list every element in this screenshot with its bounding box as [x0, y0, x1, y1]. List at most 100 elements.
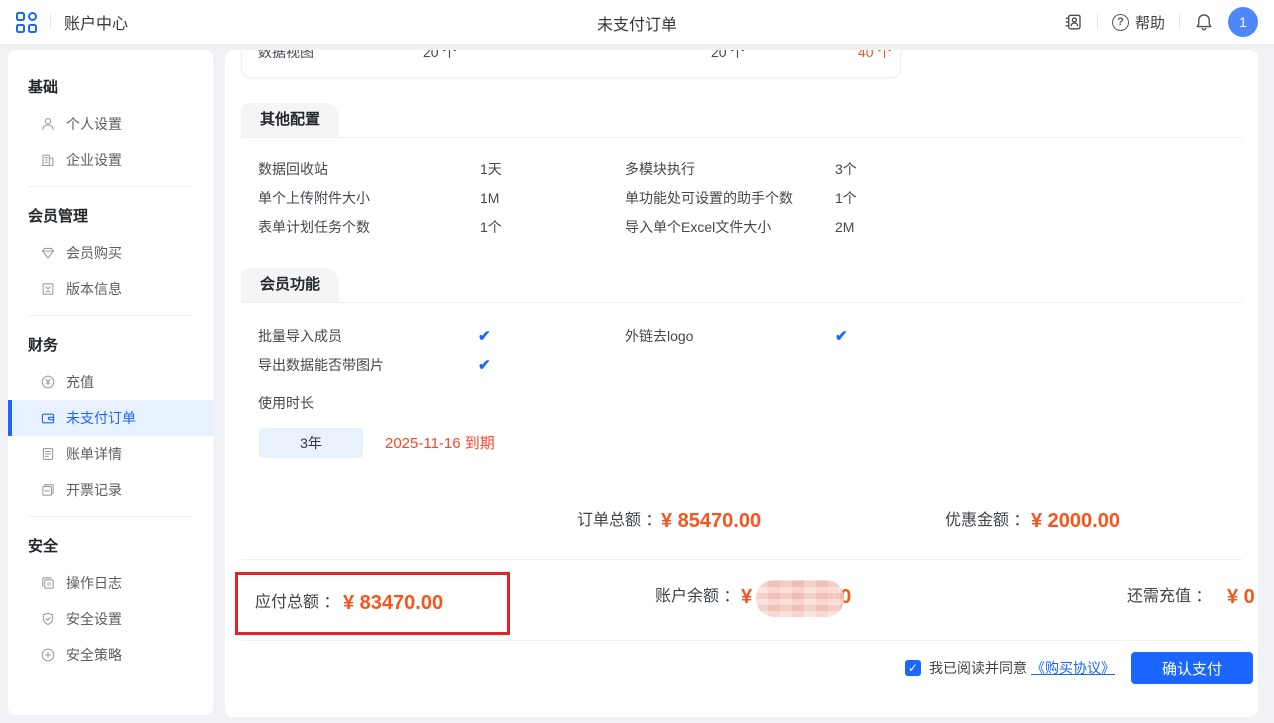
avatar[interactable]: 1: [1228, 7, 1258, 37]
sidebar-item-member-purchase[interactable]: 会员购买: [8, 235, 213, 271]
order-total-label: 订单总额 ：: [577, 513, 661, 529]
section-tab-other-config: 其他配置: [241, 103, 339, 137]
config-label: 导入单个Excel文件大小: [625, 220, 771, 234]
order-detail-panel: 数据视图 20 个 20 个 40 个 其他配置 数据回收站 1天 多模块执行 …: [225, 50, 1258, 717]
sidebar-item-label: 个人设置: [66, 114, 122, 134]
sidebar-group-membership: 会员管理: [8, 199, 213, 235]
payable-value: ¥ 83470.00: [343, 593, 443, 613]
section-tab-member-features: 会员功能: [241, 268, 339, 302]
sidebar-divider: [28, 315, 193, 316]
sidebar-divider: [28, 516, 193, 517]
payable-label: 应付总额 ：: [255, 595, 339, 611]
bill-icon: [40, 446, 56, 462]
sidebar-item-enterprise-settings[interactable]: 企业设置: [8, 142, 213, 178]
sidebar-item-version-info[interactable]: 版本信息: [8, 271, 213, 307]
help-label: 帮助: [1135, 12, 1165, 33]
header-right: ? 帮助 1: [1063, 7, 1258, 37]
user-icon: [40, 116, 56, 132]
discount-label: 优惠金额 ：: [945, 513, 1029, 529]
sidebar-item-label: 开票记录: [66, 480, 122, 500]
header-divider: [1179, 14, 1180, 30]
header-left: 账户中心: [16, 10, 128, 34]
config-value: 1个: [480, 220, 502, 234]
check-icon: ✔: [835, 329, 848, 344]
version-icon: [40, 281, 56, 297]
diamond-icon: [40, 245, 56, 261]
config-value: 1天: [480, 162, 502, 176]
config-value: 3个: [835, 162, 857, 176]
config-label: 单个上传附件大小: [258, 191, 370, 205]
recharge-needed-value: ¥ 0: [1227, 587, 1255, 607]
apps-grid-icon[interactable]: [16, 12, 37, 33]
header-divider: [50, 14, 51, 30]
agreement-text: 我已阅读并同意: [929, 661, 1027, 675]
recharge-icon: [40, 374, 56, 390]
sidebar-item-label: 未支付订单: [66, 408, 136, 428]
sidebar-item-invoice-records[interactable]: 开票记录: [8, 472, 213, 508]
config-label: 表单计划任务个数: [258, 220, 370, 234]
config-value: 1个: [835, 191, 857, 205]
sidebar-group-basic: 基础: [8, 70, 213, 106]
building-icon: [40, 152, 56, 168]
check-icon: ✔: [478, 358, 491, 373]
check-icon: ✔: [478, 329, 491, 344]
sidebar-item-label: 版本信息: [66, 279, 122, 299]
sidebar-item-security-settings[interactable]: 安全设置: [8, 601, 213, 637]
sidebar-item-label: 充值: [66, 372, 94, 392]
row-value: 20 个: [711, 50, 744, 59]
sidebar-item-bill-details[interactable]: 账单详情: [8, 436, 213, 472]
sidebar-item-label: 会员购买: [66, 243, 122, 263]
duration-option-button[interactable]: 3年: [259, 428, 363, 458]
wallet-icon: [40, 410, 56, 426]
log-icon: [40, 575, 56, 591]
sidebar-item-label: 企业设置: [66, 150, 122, 170]
sidebar-group-finance: 财务: [8, 328, 213, 364]
question-icon: ?: [1112, 14, 1129, 31]
discount-value: ¥ 2000.00: [1031, 511, 1120, 531]
sidebar-item-label: 安全策略: [66, 645, 122, 665]
shield-plus-icon: [40, 647, 56, 663]
top-header: 账户中心 未支付订单 ? 帮助 1: [0, 0, 1274, 45]
invoice-icon: [40, 482, 56, 498]
row-label: 数据视图: [258, 50, 314, 59]
header-divider: [1097, 14, 1098, 30]
table-row: 数据视图 20 个 20 个 40 个: [242, 50, 900, 59]
recharge-needed-label: 还需充值 ：: [1127, 589, 1211, 605]
scrolled-config-card: 数据视图 20 个 20 个 40 个: [241, 50, 901, 78]
feature-label: 导出数据能否带图片: [258, 358, 384, 372]
config-value: 2M: [835, 220, 854, 234]
sidebar-item-personal-settings[interactable]: 个人设置: [8, 106, 213, 142]
shield-check-icon: [40, 611, 56, 627]
bell-icon[interactable]: [1194, 12, 1214, 32]
config-label: 数据回收站: [258, 162, 328, 176]
sidebar: 基础 个人设置 企业设置 会员管理 会员购买 版本信息 财务 充值 未支付订单 …: [8, 50, 213, 715]
section-divider: [241, 302, 1242, 303]
agreement-checkbox[interactable]: ✓: [905, 660, 921, 676]
sidebar-item-recharge[interactable]: 充值: [8, 364, 213, 400]
sidebar-divider: [28, 186, 193, 187]
purchase-agreement-link[interactable]: 《购买协议》: [1031, 661, 1115, 675]
contact-book-icon[interactable]: [1063, 12, 1083, 32]
sidebar-group-security: 安全: [8, 529, 213, 565]
order-total-value: ¥ 85470.00: [661, 511, 761, 531]
feature-label: 批量导入成员: [258, 329, 342, 343]
confirm-pay-button[interactable]: 确认支付: [1131, 652, 1253, 684]
sidebar-item-unpaid-orders[interactable]: 未支付订单: [8, 400, 213, 436]
section-divider: [241, 640, 1242, 641]
config-value: 1M: [480, 191, 499, 205]
sidebar-item-label: 操作日志: [66, 573, 122, 593]
sidebar-item-label: 账单详情: [66, 444, 122, 464]
row-value-highlight: 40 个: [858, 50, 891, 59]
section-divider: [241, 559, 1242, 560]
help-button[interactable]: ? 帮助: [1112, 12, 1165, 33]
section-divider: [241, 137, 1242, 138]
sidebar-item-security-policy[interactable]: 安全策略: [8, 637, 213, 673]
app-title: 账户中心: [64, 10, 128, 34]
expiry-date-text: 2025-11-16 到期: [385, 436, 495, 451]
feature-label: 外链去logo: [625, 329, 693, 343]
duration-label: 使用时长: [258, 396, 314, 410]
sidebar-item-label: 安全设置: [66, 609, 122, 629]
config-label: 单功能处可设置的助手个数: [625, 191, 793, 205]
balance-label: 账户余额 ：: [655, 589, 739, 605]
sidebar-item-operation-logs[interactable]: 操作日志: [8, 565, 213, 601]
